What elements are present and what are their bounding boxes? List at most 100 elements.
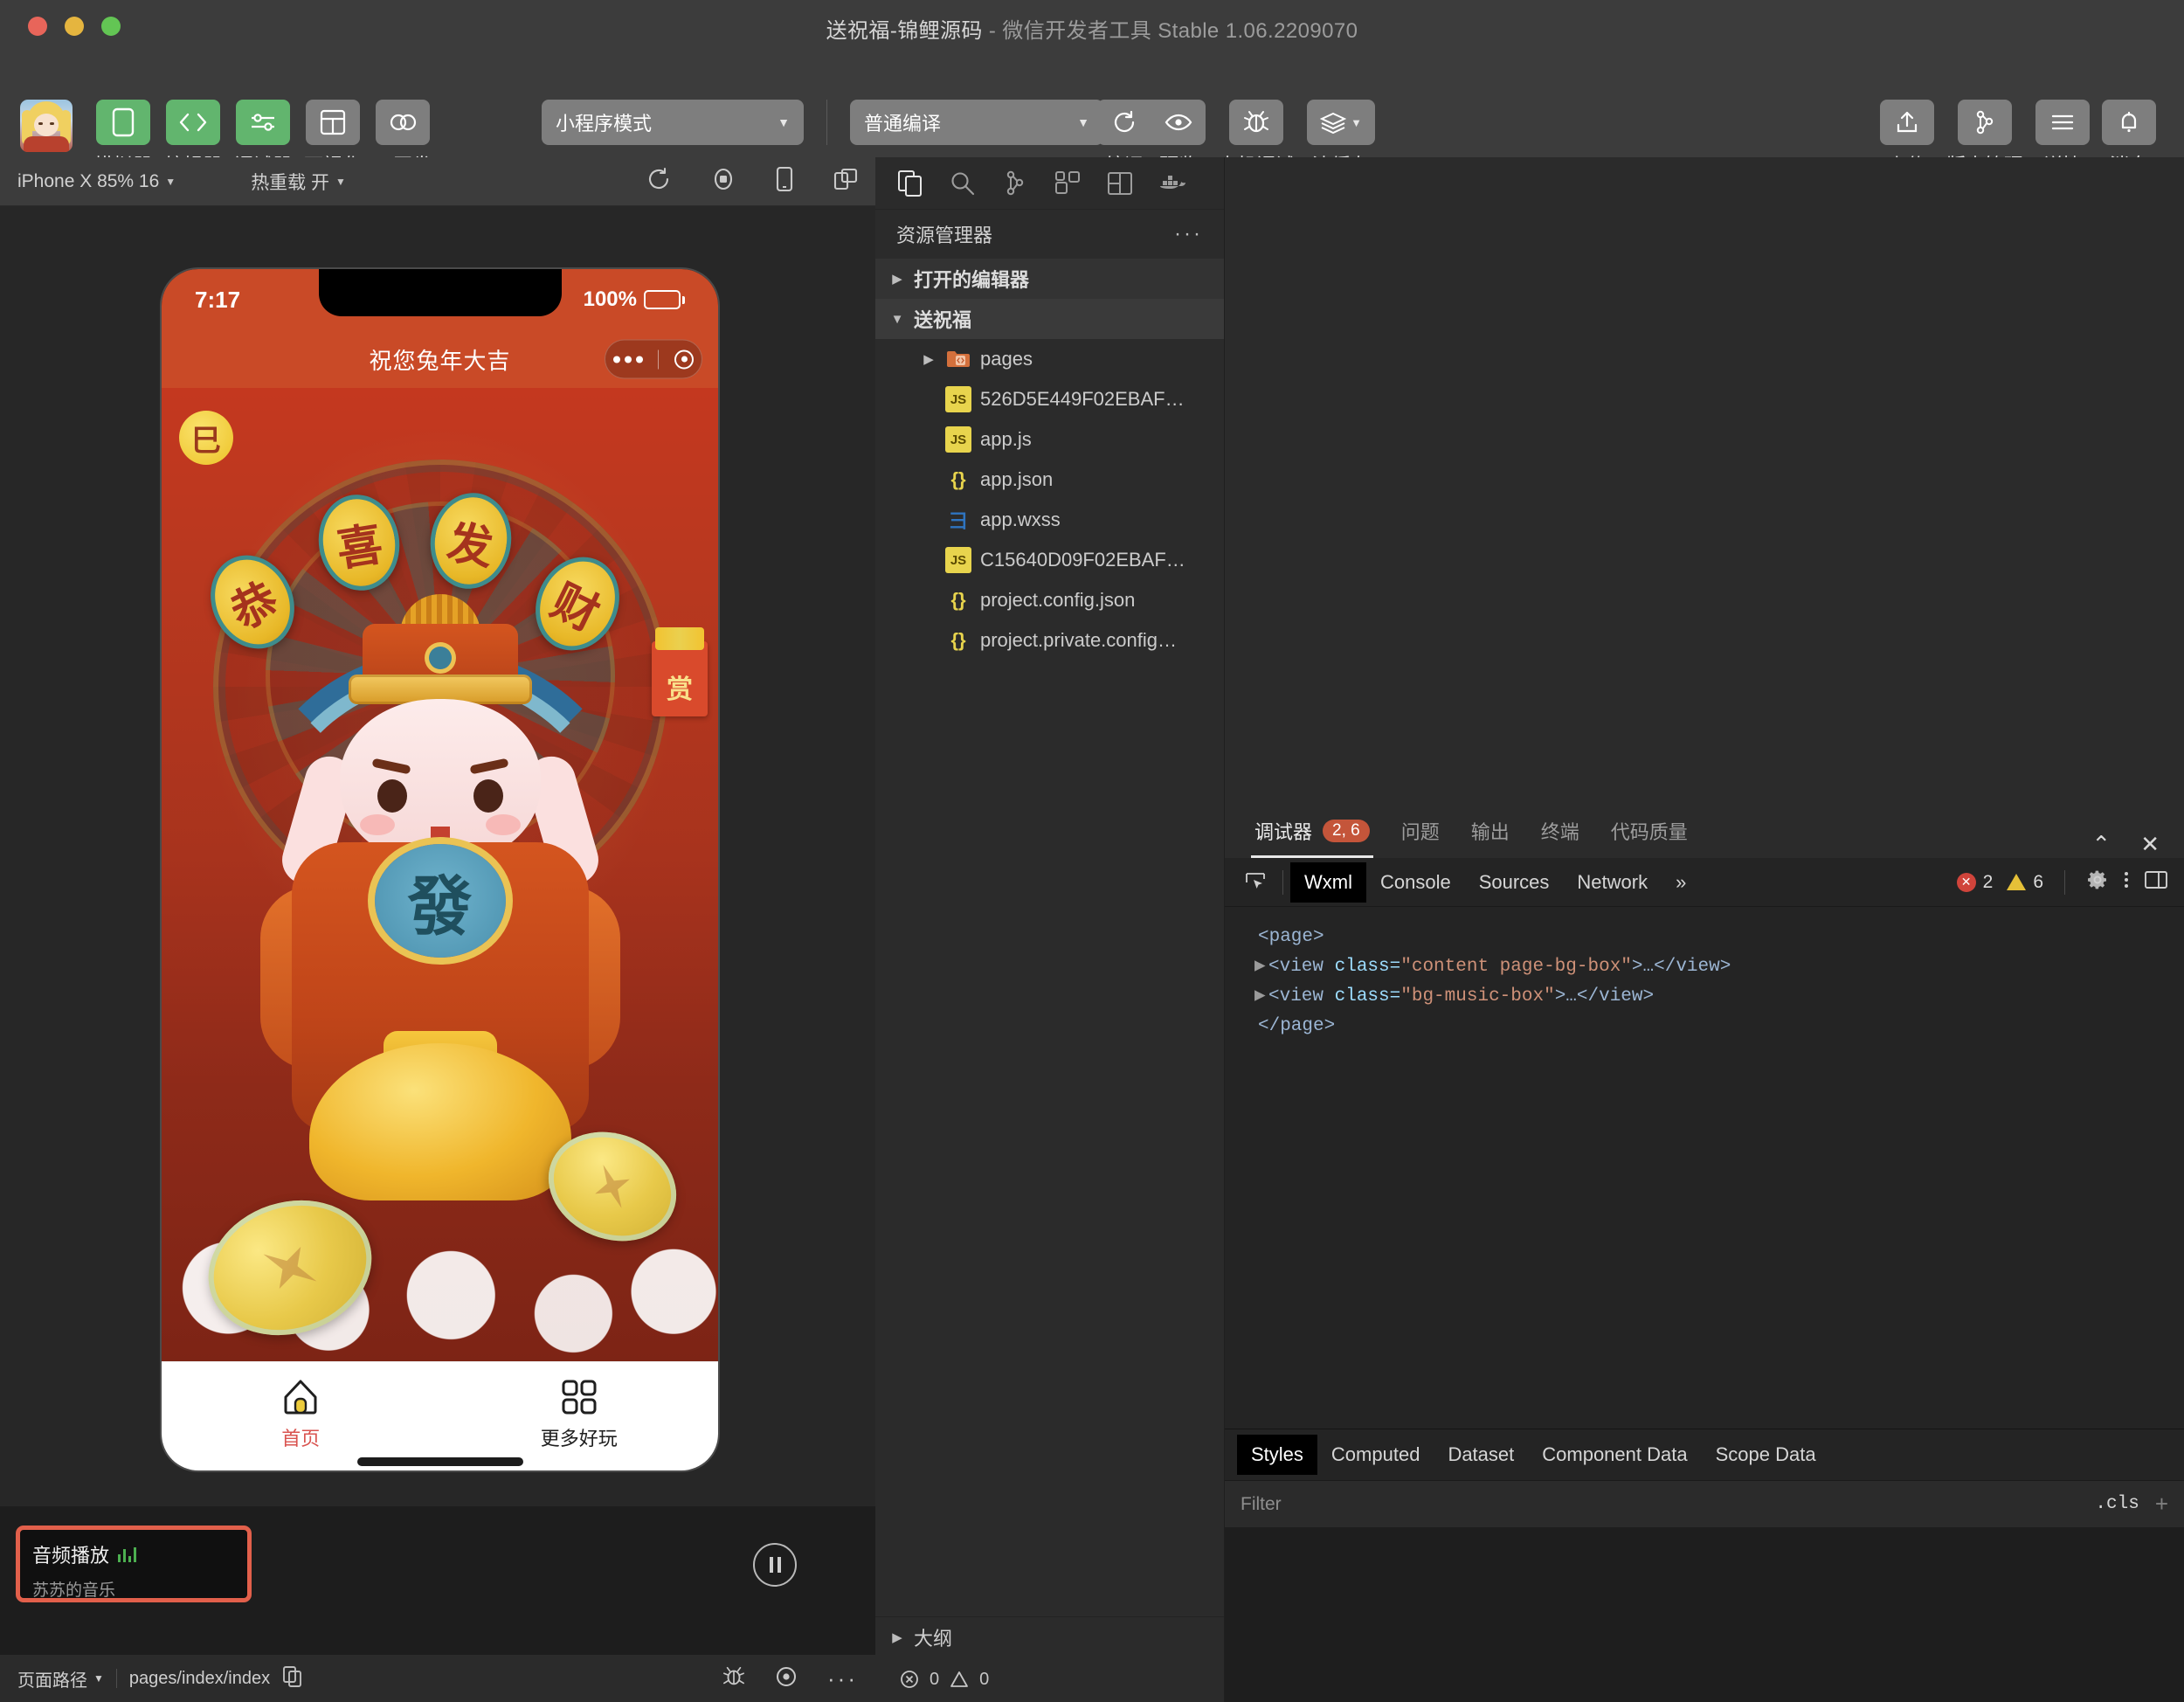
close-mini-program-icon[interactable]: [674, 349, 695, 369]
real-device-debug-button[interactable]: [1229, 100, 1283, 145]
panel-tab-code-quality[interactable]: 代码质量: [1595, 804, 1704, 858]
wxml-line[interactable]: ▶ <view class="bg-music-box">…</view>: [1244, 982, 2165, 1012]
devtools-tab-network[interactable]: Network: [1563, 862, 1662, 903]
gear-icon: [2088, 870, 2106, 889]
tree-item-file[interactable]: JS 526D5E449F02EBAF…: [875, 379, 1224, 419]
hot-reload-select[interactable]: 热重载 开 ▼: [251, 169, 346, 195]
status-target-button[interactable]: [775, 1665, 798, 1692]
activity-source-control-button[interactable]: [989, 157, 1041, 210]
tree-item-file[interactable]: {} app.json: [875, 460, 1224, 500]
devtools-right-controls: ✕ 2 6: [1956, 868, 2174, 896]
copy-path-button[interactable]: [282, 1665, 303, 1692]
panel-tab-debugger[interactable]: 调试器 2, 6: [1239, 804, 1386, 858]
explorer-problems-status[interactable]: 0 0: [875, 1657, 1224, 1702]
minimize-window-button[interactable]: [65, 17, 84, 36]
devtools-error-badge[interactable]: ✕ 2: [1956, 872, 1993, 893]
avatar[interactable]: [20, 100, 73, 152]
styles-tab-scope-data[interactable]: Scope Data: [1702, 1435, 1830, 1475]
devtools-tab-overflow[interactable]: »: [1662, 862, 1700, 903]
tree-item-file[interactable]: {} project.config.json: [875, 580, 1224, 620]
expand-triangle-icon[interactable]: ▶: [1254, 952, 1268, 982]
version-control-button[interactable]: [1957, 100, 2012, 145]
close-panel-button[interactable]: ✕: [2140, 831, 2160, 858]
explorer-section-project[interactable]: ▼ 送祝福: [875, 299, 1224, 339]
activity-docker-button[interactable]: [1146, 157, 1199, 210]
wxml-line[interactable]: <page>: [1244, 923, 2165, 952]
explorer-more-button[interactable]: ···: [1174, 222, 1203, 246]
editor-button[interactable]: [166, 100, 221, 145]
wxml-line[interactable]: </page>: [1244, 1012, 2165, 1041]
wxml-line[interactable]: ▶ <view class="content page-bg-box">…</vi…: [1244, 952, 2165, 982]
explorer-section-open-editors[interactable]: ▶ 打开的编辑器: [875, 259, 1224, 299]
tree-item-file[interactable]: 彐 app.wxss: [875, 500, 1224, 540]
expand-triangle-icon[interactable]: ▶: [1254, 982, 1268, 1012]
devtools-tab-wxml[interactable]: Wxml: [1290, 861, 1366, 903]
window-title-separator: -: [982, 18, 1003, 43]
styles-cls-button[interactable]: .cls: [2095, 1494, 2139, 1514]
tree-item-file[interactable]: {} project.private.config…: [875, 620, 1224, 661]
tree-item-pages[interactable]: ▶ pages: [875, 339, 1224, 379]
panel-tab-problems[interactable]: 问题: [1386, 804, 1455, 858]
activity-files-button[interactable]: [884, 157, 936, 210]
close-window-button[interactable]: [28, 17, 47, 36]
more-icon[interactable]: [612, 356, 643, 363]
status-bug-button[interactable]: [722, 1665, 745, 1692]
styles-tab-styles[interactable]: Styles: [1237, 1435, 1317, 1475]
audio-player-card[interactable]: 音频播放 苏苏的音乐: [16, 1526, 252, 1602]
tab-more[interactable]: 更多好玩: [440, 1362, 719, 1470]
devtools-tab-console[interactable]: Console: [1366, 862, 1465, 903]
devtools-kebab-button[interactable]: [2123, 868, 2130, 896]
styles-tab-component-data[interactable]: Component Data: [1528, 1435, 1701, 1475]
wxml-line-tail: >…</view>: [1554, 986, 1655, 1007]
clear-cache-button[interactable]: ▼: [1307, 100, 1376, 145]
wxml-line-tag: <view: [1268, 957, 1335, 978]
wxml-tree[interactable]: <page> ▶ <view class="content page-bg-box…: [1225, 907, 2184, 1429]
tree-item-file[interactable]: JS app.js: [875, 419, 1224, 460]
tree-item-file[interactable]: JS C15640D09F02EBAF…: [875, 540, 1224, 580]
styles-tab-computed[interactable]: Computed: [1317, 1435, 1434, 1475]
status-more-button[interactable]: ···: [827, 1665, 858, 1692]
cloud-button[interactable]: [376, 100, 431, 145]
wechat-capsule[interactable]: [605, 339, 702, 379]
panel-tab-output[interactable]: 输出: [1455, 804, 1525, 858]
preview-button[interactable]: [1151, 100, 1206, 145]
devtools-warning-badge[interactable]: 6: [2007, 872, 2043, 893]
device-select[interactable]: iPhone X 85% 16 ▼: [17, 171, 176, 192]
simulator-toolbar-icons: [646, 166, 858, 197]
audio-pause-button[interactable]: [753, 1543, 797, 1587]
activity-extensions-button[interactable]: [1041, 157, 1094, 210]
details-button[interactable]: [2035, 100, 2090, 145]
devtools-settings-button[interactable]: [2086, 868, 2109, 896]
upload-button[interactable]: [1879, 100, 1934, 145]
explorer-outline-section[interactable]: ▶ 大纲: [875, 1616, 1224, 1657]
styles-tab-dataset[interactable]: Dataset: [1434, 1435, 1528, 1475]
zodiac-badge[interactable]: 巳: [179, 411, 233, 465]
styles-filter-input[interactable]: [1241, 1493, 2096, 1515]
mode-select[interactable]: 小程序模式 ▼: [542, 100, 804, 145]
record-screen-button[interactable]: [711, 167, 736, 196]
page-path-dropdown[interactable]: 页面路径 ▼: [17, 1666, 104, 1692]
editor-area[interactable]: [1225, 157, 2184, 804]
element-picker-button[interactable]: [1235, 862, 1275, 903]
panel-tab-terminal[interactable]: 终端: [1525, 804, 1595, 858]
visual-button[interactable]: [306, 100, 361, 145]
detach-window-button[interactable]: [833, 168, 858, 195]
activity-editor-layout-button[interactable]: [1094, 157, 1146, 210]
devtools-tab-sources[interactable]: Sources: [1465, 862, 1564, 903]
devtools-dock-button[interactable]: [2144, 868, 2168, 896]
tab-home[interactable]: 首页: [162, 1362, 440, 1470]
styles-add-rule-button[interactable]: +: [2155, 1491, 2168, 1518]
compile-select[interactable]: 普通编译 ▼: [850, 100, 1103, 145]
tree-item-file-label: C15640D09F02EBAF…: [980, 549, 1185, 571]
maximize-window-button[interactable]: [101, 17, 121, 36]
chevron-down-icon: ▼: [890, 311, 904, 327]
rotate-device-button[interactable]: [646, 167, 671, 196]
debugger-button[interactable]: [236, 100, 291, 145]
compile-button[interactable]: [1097, 100, 1151, 145]
reward-button[interactable]: 赏: [652, 627, 708, 716]
messages-button[interactable]: [2102, 100, 2156, 145]
simulator-button[interactable]: [96, 100, 150, 145]
collapse-panel-button[interactable]: ⌃: [2091, 831, 2111, 858]
device-preview-button[interactable]: [776, 166, 793, 197]
activity-search-button[interactable]: [936, 157, 989, 210]
